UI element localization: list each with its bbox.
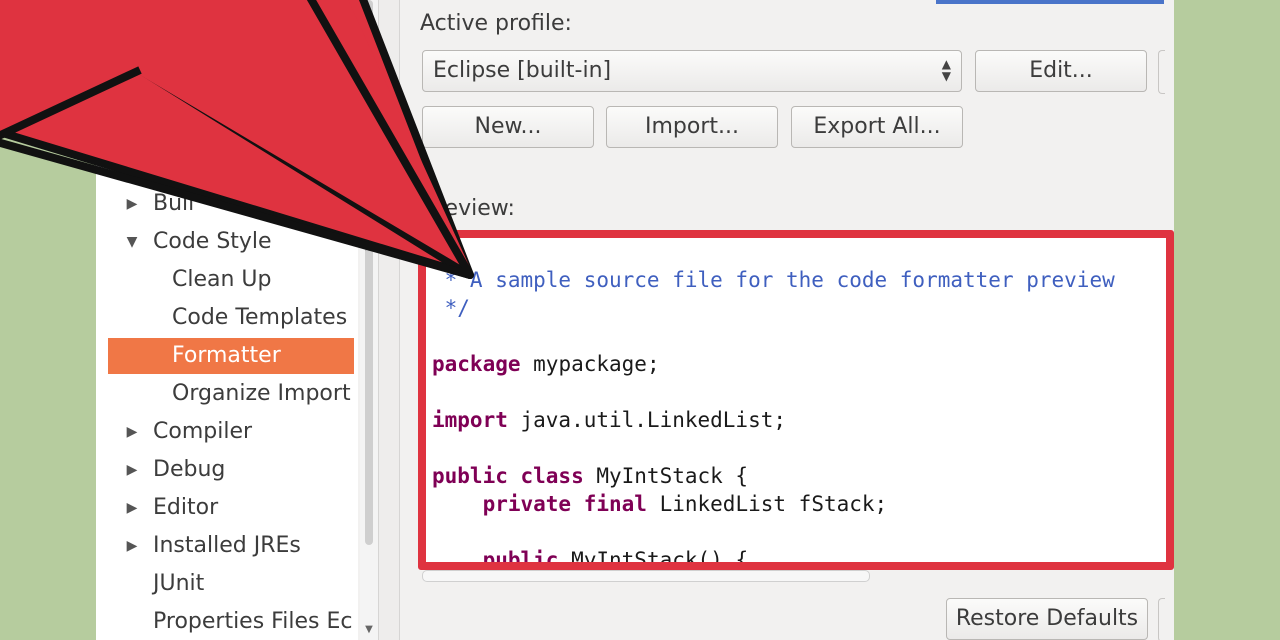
- red-arrow-pointer-icon: [0, 0, 474, 279]
